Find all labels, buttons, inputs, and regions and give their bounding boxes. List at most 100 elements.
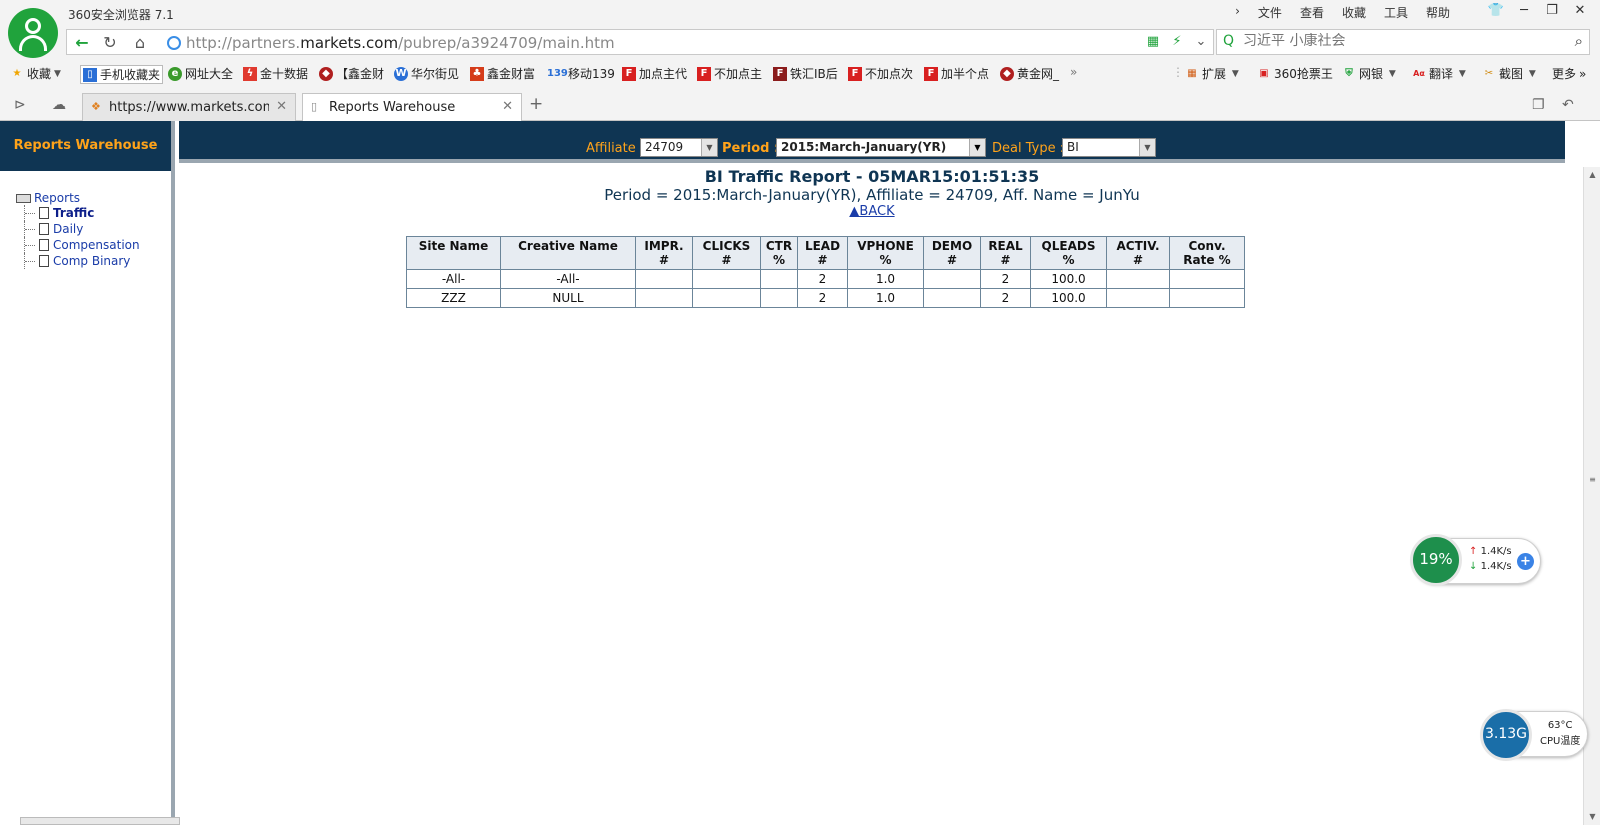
menu-help[interactable]: 帮助: [1426, 4, 1450, 21]
close-icon[interactable]: ✕: [276, 99, 287, 114]
column-header-label: QLEADS: [1041, 239, 1096, 253]
cpu-temperature: 63°C: [1547, 720, 1573, 731]
back-link[interactable]: ▲BACK: [849, 204, 894, 219]
tree-item-compensation[interactable]: Compensation: [24, 237, 140, 253]
search-input[interactable]: [1243, 33, 1543, 49]
chevron-down-icon: ▼: [1229, 68, 1239, 79]
bookmark-item[interactable]: W 华尔街见: [394, 65, 459, 82]
maximize-button[interactable]: ❐: [1538, 0, 1566, 22]
screenshot-button[interactable]: ✂ 截图 ▼: [1482, 65, 1536, 82]
close-button[interactable]: ✕: [1566, 0, 1594, 22]
column-header: Conv. Rate %: [1169, 236, 1245, 270]
translate-button[interactable]: Aα 翻译 ▼: [1412, 65, 1466, 82]
menu-file[interactable]: 文件: [1258, 4, 1282, 21]
tree-item-comp-binary[interactable]: Comp Binary: [24, 253, 140, 269]
table-cell: 2: [980, 269, 1031, 289]
minimize-button[interactable]: ─: [1510, 0, 1538, 22]
cloud-icon[interactable]: ☁: [52, 97, 66, 113]
column-header-unit: #: [946, 253, 958, 267]
bookmark-item[interactable]: F 加点主代: [622, 65, 687, 82]
table-header-row: Site Name Creative Name IMPR. # CLICKS # CTR% L…: [406, 236, 1245, 270]
bookmark-item[interactable]: ♣ 鑫金财富: [470, 65, 535, 82]
tree-root-reports[interactable]: Reports: [16, 191, 140, 205]
scroll-up-icon[interactable]: ▲: [1584, 167, 1600, 183]
traffic-report-table: Site Name Creative Name IMPR. # CLICKS # CTR% L…: [406, 236, 1245, 308]
scroll-grip-icon[interactable]: ≡: [1584, 472, 1600, 488]
column-header-unit: %: [1062, 253, 1075, 267]
report-frame: Affiliate : 24709 ▼ Period : 2015:March-J…: [179, 121, 1600, 825]
title-menu: › 文件 查看 收藏 工具 帮助: [1235, 4, 1450, 21]
sidebar-toggle-icon[interactable]: ⊳: [14, 97, 26, 113]
speed-mode-icon[interactable]: ⚡: [1165, 30, 1189, 54]
horizontal-scrollbar[interactable]: [20, 817, 180, 825]
url-dropdown-icon[interactable]: ⌄: [1189, 30, 1213, 54]
app-title: 360安全浏览器 7.1: [68, 8, 174, 22]
menu-view[interactable]: 查看: [1300, 4, 1324, 21]
table-cell: [760, 288, 798, 308]
cpu-frequency-gauge[interactable]: 3.13G: [1480, 709, 1532, 761]
tab-list-icon[interactable]: ❐: [1532, 97, 1545, 113]
search-engine-icon[interactable]: Q: [1223, 33, 1234, 49]
more-button[interactable]: 更多»: [1552, 65, 1586, 82]
reports-tree: Reports Traffic Daily Compensation Comp …: [16, 191, 140, 269]
url-input[interactable]: http://partners.markets.com/pubrep/a3924…: [186, 34, 615, 52]
bookmark-item[interactable]: F 铁汇IB后: [773, 65, 838, 82]
table-cell: -All-: [500, 269, 636, 289]
back-arrow-icon[interactable]: ←: [69, 32, 95, 54]
bookmark-item[interactable]: ϟ 金十数据: [243, 65, 308, 82]
scroll-down-icon[interactable]: ▼: [1584, 809, 1600, 825]
bookmark-favorites[interactable]: ★ 收藏 ▼: [10, 65, 61, 82]
column-header-label: ACTIV.: [1116, 239, 1160, 253]
table-cell: [1106, 269, 1170, 289]
tab-reports-warehouse[interactable]: ▯ Reports Warehouse ✕: [302, 93, 522, 122]
column-header-unit: %: [879, 253, 892, 267]
new-tab-button[interactable]: +: [529, 94, 543, 114]
bookmark-item[interactable]: F 不加点次: [848, 65, 913, 82]
ticket-button[interactable]: ▣ 360抢票王: [1257, 65, 1333, 82]
qrcode-icon[interactable]: ▦: [1141, 30, 1165, 54]
network-monitor-widget[interactable]: 19% ↑ 1.4K/s ↓ 1.4K/s +: [1410, 534, 1541, 586]
accelerate-plus-icon[interactable]: +: [1517, 553, 1534, 570]
column-header-label: REAL: [988, 239, 1023, 253]
window-controls: 👕 ─ ❐ ✕: [1482, 0, 1594, 22]
chevron-right-icon: »: [1579, 66, 1587, 81]
search-icon[interactable]: ⌕: [1575, 32, 1583, 50]
bookmark-item[interactable]: e 网址大全: [168, 65, 233, 82]
menu-tools[interactable]: 工具: [1384, 4, 1408, 21]
bookmark-item[interactable]: ◆ 黄金网_: [1000, 65, 1059, 82]
tab-markets[interactable]: ❖ https://www.markets.com/cn ✕: [82, 93, 296, 121]
bookmark-item[interactable]: F 不加点主: [697, 65, 762, 82]
skin-icon[interactable]: 👕: [1482, 0, 1510, 22]
reload-icon[interactable]: ↻: [97, 32, 123, 54]
bookmark-item[interactable]: 139 移动139: [547, 65, 615, 82]
bookmark-mobile[interactable]: ▯ 手机收藏夹: [80, 65, 164, 84]
affiliate-select[interactable]: 24709 ▼: [640, 138, 718, 157]
bookmark-item[interactable]: F 加半个点: [924, 65, 989, 82]
memory-usage-gauge[interactable]: 19%: [1410, 534, 1462, 586]
bookmark-item[interactable]: ◆ 【鑫金财: [319, 65, 384, 82]
f-icon: F: [924, 66, 938, 81]
menu-favorites[interactable]: 收藏: [1342, 4, 1366, 21]
undo-close-icon[interactable]: ↶: [1562, 97, 1574, 113]
table-row: -All- -All- 2 1.0 2 100.0: [406, 269, 1245, 289]
column-header: CLICKS #: [692, 236, 761, 270]
extensions-button[interactable]: ▦ 扩展 ▼: [1185, 65, 1239, 82]
chevron-down-icon: ▼: [1139, 139, 1155, 156]
column-header-label: Conv.: [1188, 239, 1226, 253]
menu-chevron-icon[interactable]: ›: [1235, 4, 1240, 21]
document-icon: [39, 207, 49, 219]
deal-type-select[interactable]: BI ▼: [1062, 138, 1156, 157]
more-bookmarks-icon[interactable]: »: [1070, 65, 1077, 79]
report-subtitle: Period = 2015:March-January(YR), Affilia…: [604, 186, 1140, 204]
scissors-icon: ✂: [1484, 67, 1494, 79]
tab-title: https://www.markets.com/cn: [109, 100, 269, 115]
cpu-monitor-widget[interactable]: 3.13G 63°C CPU温度: [1480, 709, 1588, 761]
tree-item-traffic[interactable]: Traffic: [24, 205, 140, 221]
column-header: LEAD #: [797, 236, 848, 270]
browser-logo-icon[interactable]: [8, 8, 58, 58]
period-select[interactable]: 2015:March-January(YR) ▼: [776, 138, 986, 157]
home-icon[interactable]: ⌂: [127, 32, 153, 54]
ebank-button[interactable]: ⛨ 网银 ▼: [1342, 65, 1396, 82]
close-icon[interactable]: ✕: [502, 99, 513, 114]
tree-item-daily[interactable]: Daily: [24, 221, 140, 237]
